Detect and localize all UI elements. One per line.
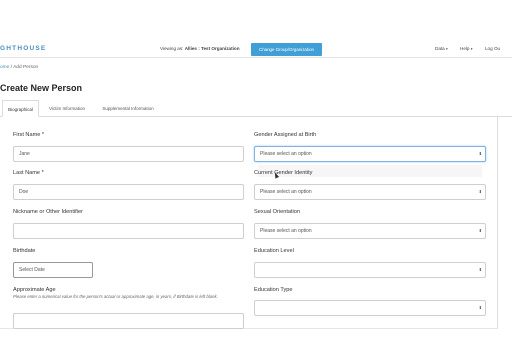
viewing-as-org: Allies : Test Organization — [184, 46, 240, 51]
education-type-label: Education Type — [254, 287, 293, 293]
nickname-input[interactable] — [13, 223, 244, 239]
last-name-label: Last Name * — [13, 170, 44, 176]
approx-age-input[interactable] — [13, 313, 244, 329]
brand-logo-text[interactable]: GHTHOUSE — [0, 45, 46, 52]
help-menu[interactable]: Help ▾ — [460, 46, 473, 51]
sexual-orientation-label: Sexual Orientation — [254, 209, 301, 215]
breadcrumb-separator: / — [10, 65, 13, 70]
caret-down-icon: ▾ — [446, 47, 448, 51]
tab-biographical[interactable]: Biographical — [2, 100, 39, 117]
caret-down-icon: ▾ — [470, 47, 473, 51]
first-name-input[interactable]: Jane — [13, 146, 244, 162]
education-level-select[interactable]: ⬍ — [254, 262, 486, 278]
breadcrumb: ome / Add Person — [0, 65, 38, 70]
approx-age-label: Approximate Age — [13, 287, 56, 293]
top-navbar — [0, 0, 512, 40]
approx-age-help: Please enter a numerical value for the p… — [13, 294, 218, 299]
up-down-arrows-icon: ⬍ — [478, 305, 482, 310]
gender-birth-selected: Please select an option — [260, 151, 312, 157]
nickname-label: Nickname or Other Identifier — [13, 209, 83, 215]
breadcrumb-current: Add Person — [13, 65, 39, 70]
sexual-orientation-select[interactable]: Please select an option ⬍ — [254, 223, 486, 239]
sexual-orientation-selected: Please select an option — [260, 228, 312, 234]
viewing-as-text: Viewing as: Allies : Test Organization — [160, 46, 240, 51]
education-type-select[interactable]: ⬍ — [254, 300, 486, 316]
data-menu[interactable]: Data ▾ — [435, 46, 448, 51]
viewing-as-prefix: Viewing as: — [160, 46, 184, 51]
first-name-label: First Name * — [13, 132, 45, 138]
gender-identity-selected: Please select an option — [260, 189, 312, 195]
help-menu-label: Help — [460, 46, 470, 51]
birthdate-label: Birthdate — [13, 248, 36, 254]
birthdate-input[interactable]: Select Date — [13, 262, 93, 278]
logout-link[interactable]: Log Ou — [485, 46, 500, 51]
up-down-arrows-icon: ⬍ — [478, 189, 482, 194]
page-bottom-area — [0, 329, 512, 359]
up-down-arrows-icon: ⬍ — [478, 151, 482, 156]
tab-bar: Biographical Victim Information Suppleme… — [0, 100, 512, 117]
up-down-arrows-icon: ⬍ — [478, 267, 482, 272]
education-level-label: Education Level — [254, 248, 294, 254]
data-menu-label: Data — [435, 46, 445, 51]
gender-identity-select[interactable]: Please select an option ⬍ — [254, 184, 486, 200]
tab-victim-information[interactable]: Victim Information — [42, 100, 92, 117]
tab-supplemental-information[interactable]: Supplemental Information — [95, 100, 161, 117]
gender-identity-label: Current Gender Identity — [254, 170, 313, 176]
breadcrumb-home[interactable]: ome — [0, 65, 9, 70]
gender-birth-label: Gender Assigned at Birth — [254, 132, 317, 138]
change-group-button[interactable]: Change Group/Organization — [251, 43, 322, 56]
page-title: Create New Person — [0, 83, 83, 93]
last-name-input[interactable]: Doe — [13, 184, 244, 200]
navbar-divider — [0, 57, 512, 58]
up-down-arrows-icon: ⬍ — [478, 228, 482, 233]
gender-birth-select[interactable]: Please select an option ⬍ — [254, 146, 486, 162]
